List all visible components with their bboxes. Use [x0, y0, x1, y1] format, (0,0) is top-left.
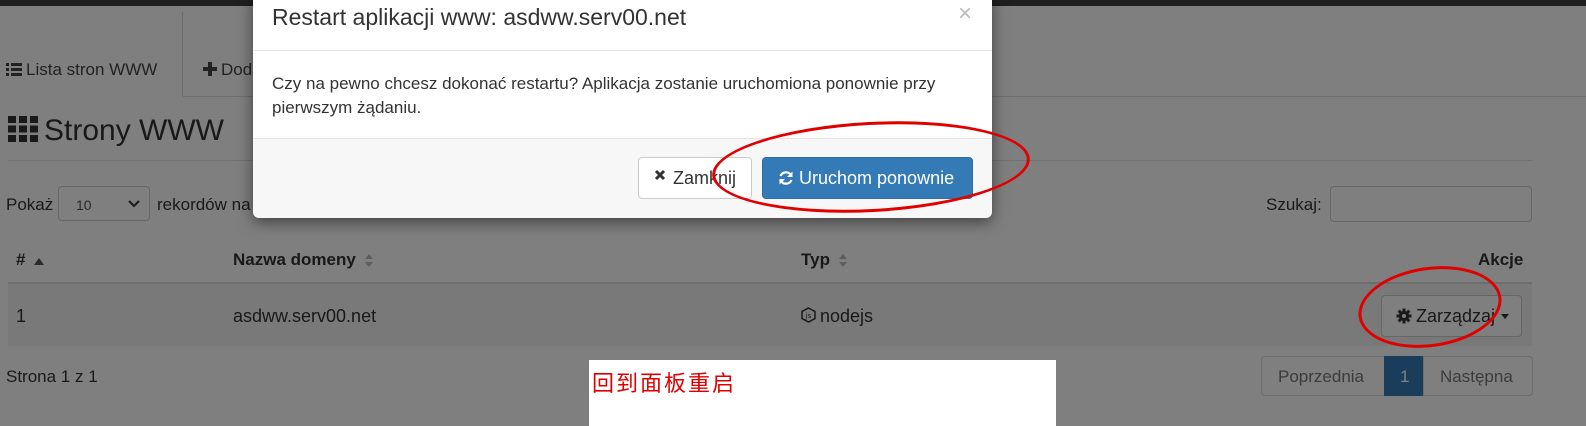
modal-title: Restart aplikacji www: asdww.serv00.net [272, 4, 687, 30]
modal-body: Czy na pewno chcesz dokonać restartu? Ap… [272, 74, 936, 117]
times-icon [654, 169, 666, 181]
annotation-note: 回到面板重启 [589, 360, 1056, 426]
modal-header: Restart aplikacji www: asdww.serv00.net … [253, 0, 992, 51]
annotation-text: 回到面板重启 [592, 372, 737, 397]
close-icon[interactable]: × [958, 0, 972, 28]
